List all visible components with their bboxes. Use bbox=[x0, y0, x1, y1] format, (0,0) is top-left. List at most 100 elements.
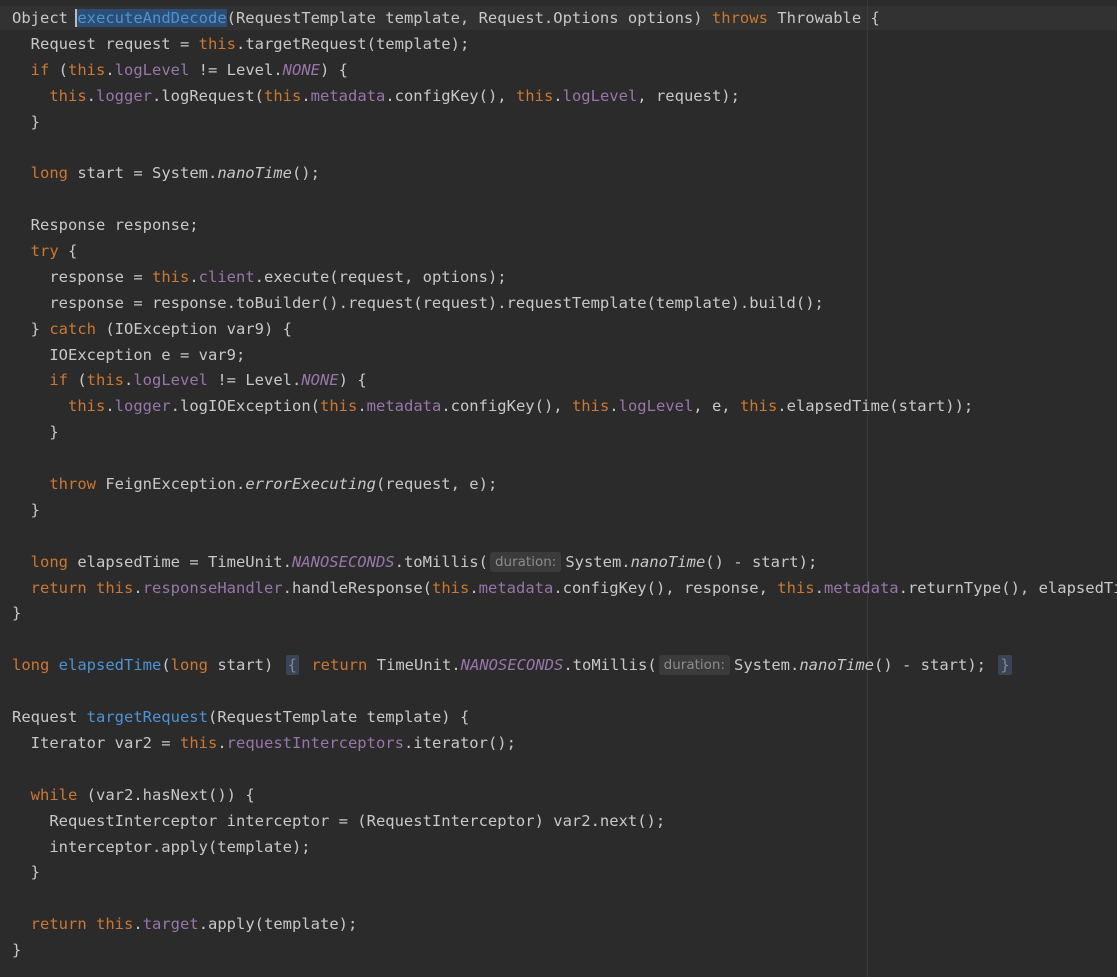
code-line[interactable]: Object executeAndDecode(RequestTemplate … bbox=[12, 6, 1117, 32]
code-line[interactable]: long start = System.nanoTime(); bbox=[12, 161, 1117, 187]
code-token: } bbox=[12, 319, 50, 338]
selected-method-name[interactable]: executeAndDecode bbox=[75, 9, 227, 27]
code-line[interactable]: } bbox=[12, 860, 1117, 886]
code-token: .logRequest( bbox=[152, 86, 264, 105]
keyword-token: this bbox=[263, 86, 302, 105]
code-token: (request, e); bbox=[375, 475, 498, 494]
code-line[interactable]: if (this.logLevel != Level.NONE) { bbox=[12, 368, 1117, 394]
code-line[interactable]: Request request = this.targetRequest(tem… bbox=[12, 32, 1117, 58]
code-line[interactable]: ​ bbox=[12, 446, 1117, 472]
keyword-token: this bbox=[96, 915, 134, 934]
code-line[interactable]: long elapsedTime(long start) { return Ti… bbox=[12, 653, 1117, 679]
keyword-token: if bbox=[30, 60, 50, 79]
constant-token: NANOSECONDS bbox=[460, 656, 564, 675]
keyword-token: this bbox=[431, 578, 470, 597]
keyword-token: long bbox=[170, 656, 208, 675]
code-line[interactable]: } bbox=[12, 110, 1117, 136]
code-token: (IOException var9) { bbox=[96, 319, 292, 338]
folded-region-brace[interactable]: { bbox=[285, 655, 299, 676]
constant-token: NONE bbox=[301, 371, 339, 390]
code-line[interactable]: long elapsedTime = TimeUnit.NANOSECONDS.… bbox=[12, 550, 1117, 576]
code-line[interactable]: ​ bbox=[12, 135, 1117, 161]
code-line[interactable]: } bbox=[12, 938, 1117, 964]
code-line[interactable]: response = response.toBuilder().request(… bbox=[12, 291, 1117, 317]
code-line[interactable]: Request targetRequest(RequestTemplate te… bbox=[12, 705, 1117, 731]
code-line[interactable]: IOException e = var9; bbox=[12, 343, 1117, 369]
code-line[interactable]: ​ bbox=[12, 524, 1117, 550]
code-line[interactable]: this.logger.logIOException(this.metadata… bbox=[12, 394, 1117, 420]
code-line[interactable]: ​ bbox=[12, 627, 1117, 653]
keyword-token: while bbox=[30, 785, 78, 804]
parameter-hint: duration: bbox=[658, 655, 731, 676]
code-line[interactable]: } bbox=[12, 498, 1117, 524]
method-name-token: targetRequest bbox=[86, 708, 208, 727]
code-line[interactable]: if (this.logLevel != Level.NONE) { bbox=[12, 58, 1117, 84]
code-token: Request request = bbox=[12, 34, 199, 53]
code-line[interactable]: Response response; bbox=[12, 213, 1117, 239]
keyword-token: this bbox=[49, 86, 87, 105]
code-token: { bbox=[58, 242, 78, 261]
code-token: ) { bbox=[338, 371, 367, 390]
code-line[interactable]: RequestInterceptor interceptor = (Reques… bbox=[12, 809, 1117, 835]
code-token: .apply(template); bbox=[198, 915, 358, 934]
code-line[interactable]: throw FeignException.errorExecuting(requ… bbox=[12, 472, 1117, 498]
code-token: elapsedTime = TimeUnit. bbox=[68, 552, 292, 571]
keyword-token: this bbox=[319, 397, 358, 416]
code-line[interactable]: while (var2.hasNext()) { bbox=[12, 783, 1117, 809]
field-token: requestInterceptors bbox=[226, 733, 404, 752]
code-token: .toMillis( bbox=[563, 656, 657, 675]
code-line[interactable]: } bbox=[12, 420, 1117, 446]
code-line[interactable]: ​ bbox=[12, 679, 1117, 705]
keyword-token: long bbox=[12, 656, 50, 675]
field-token: logger bbox=[96, 86, 152, 105]
keyword-token: try bbox=[30, 242, 59, 261]
code-lines[interactable]: Object executeAndDecode(RequestTemplate … bbox=[12, 6, 1117, 964]
code-token: Object bbox=[12, 9, 78, 27]
code-line[interactable]: ​ bbox=[12, 187, 1117, 213]
code-token: , request); bbox=[637, 86, 740, 105]
folded-region-brace[interactable]: } bbox=[998, 655, 1012, 676]
code-token: RequestInterceptor interceptor = (Reques… bbox=[12, 811, 666, 830]
code-token: . bbox=[105, 60, 115, 79]
code-line[interactable]: Iterator var2 = this.requestInterceptors… bbox=[12, 731, 1117, 757]
code-line[interactable]: response = this.client.execute(request, … bbox=[12, 265, 1117, 291]
keyword-token: this bbox=[151, 267, 190, 286]
code-token: . bbox=[105, 397, 115, 416]
keyword-token: throws bbox=[711, 9, 768, 27]
code-line[interactable]: return this.target.apply(template); bbox=[12, 912, 1117, 938]
code-line[interactable]: ​ bbox=[12, 757, 1117, 783]
code-line[interactable]: interceptor.apply(template); bbox=[12, 835, 1117, 861]
code-token: . bbox=[814, 578, 824, 597]
code-token: . bbox=[217, 733, 227, 752]
code-token: != Level. bbox=[208, 371, 302, 390]
field-token: logLevel bbox=[618, 397, 694, 416]
code-line[interactable]: try { bbox=[12, 239, 1117, 265]
code-token: .toMillis( bbox=[394, 552, 488, 571]
code-token: (); bbox=[291, 164, 320, 183]
code-line[interactable]: } catch (IOException var9) { bbox=[12, 317, 1117, 343]
code-editor[interactable]: Object executeAndDecode(RequestTemplate … bbox=[0, 0, 1117, 977]
code-token: ( bbox=[49, 60, 69, 79]
code-line[interactable]: } bbox=[12, 601, 1117, 627]
code-token: . bbox=[235, 34, 246, 53]
code-token: . bbox=[133, 915, 143, 934]
code-token: (var2.hasNext()) { bbox=[77, 785, 255, 804]
keyword-token: if bbox=[49, 371, 68, 390]
code-line[interactable]: return this.responseHandler.handleRespon… bbox=[12, 576, 1117, 602]
static-call-token: nanoTime bbox=[217, 164, 292, 183]
code-token: TimeUnit. bbox=[367, 656, 461, 675]
code-token: System. bbox=[565, 552, 631, 571]
code-token: .handleResponse( bbox=[282, 578, 432, 597]
code-line[interactable]: this.logger.logRequest(this.metadata.con… bbox=[12, 84, 1117, 110]
code-line[interactable]: ​ bbox=[12, 886, 1117, 912]
code-token: IOException e = var9; bbox=[12, 345, 246, 364]
